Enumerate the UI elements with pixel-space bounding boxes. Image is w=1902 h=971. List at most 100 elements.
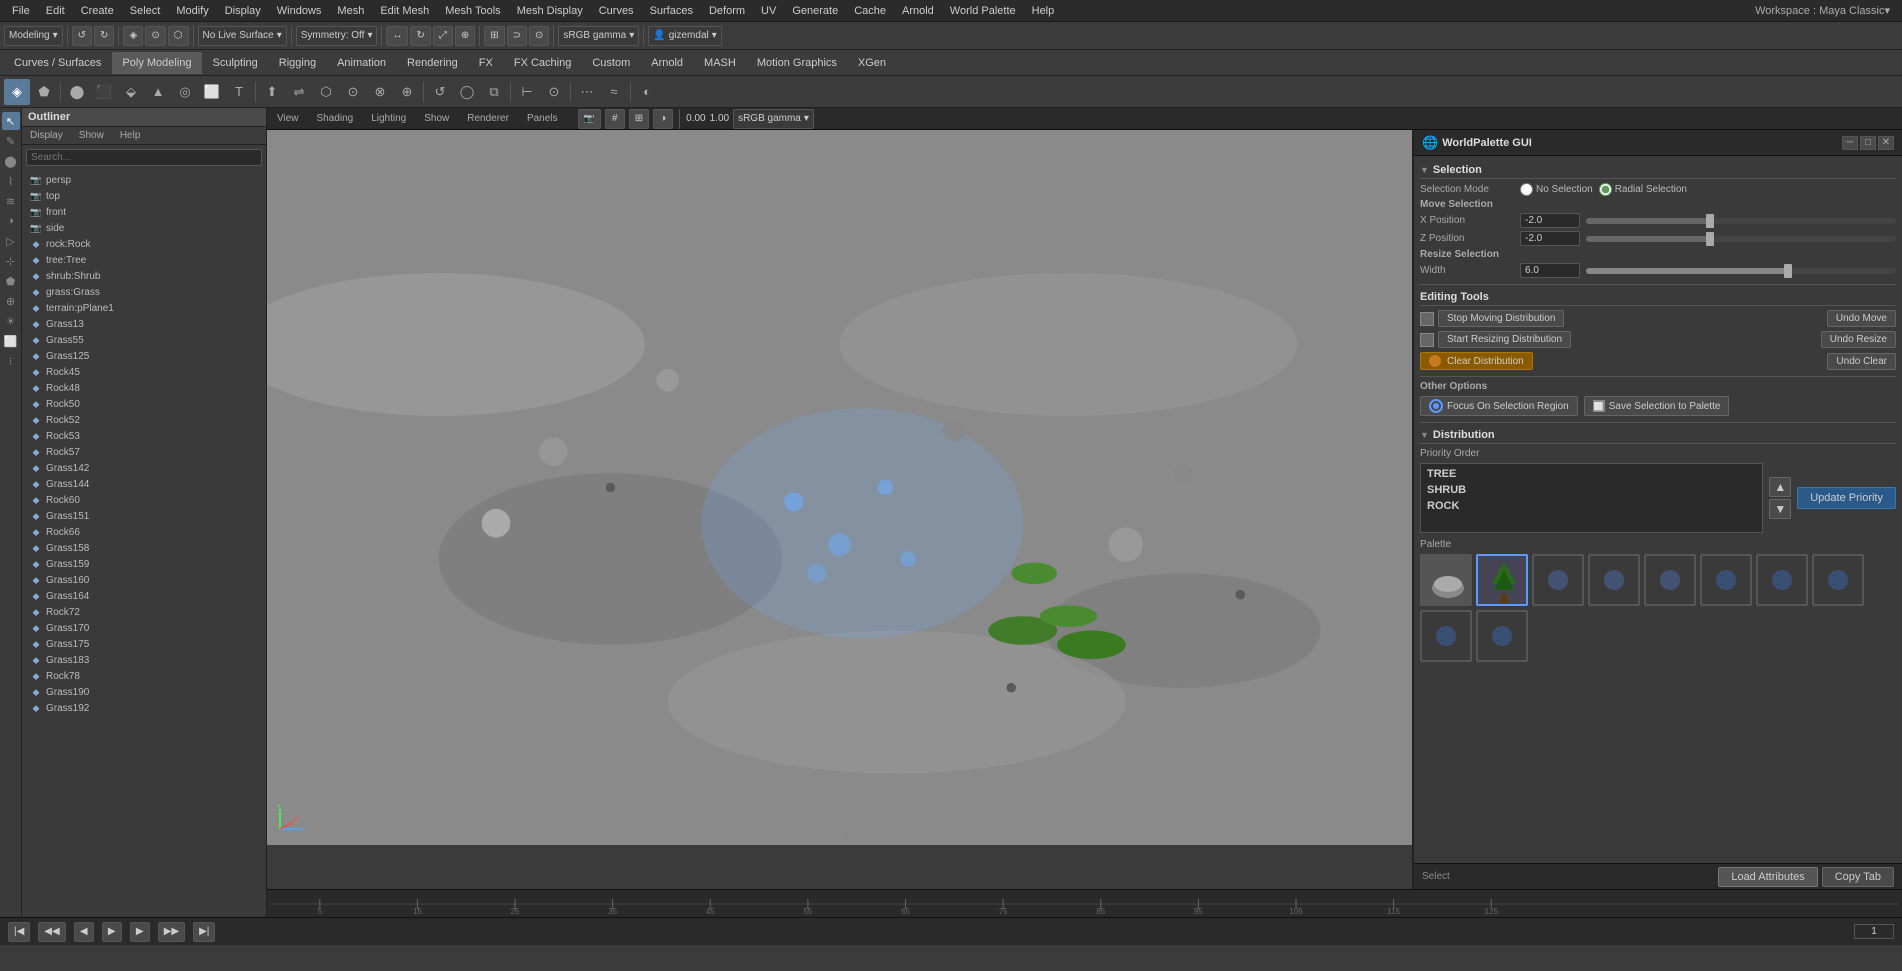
step-fwd-btn[interactable]: ▶▶	[158, 922, 185, 942]
outliner-item-tree[interactable]: ◆ tree:Tree	[22, 252, 266, 268]
start-resizing-btn[interactable]: Start Resizing Distribution	[1438, 331, 1571, 348]
vp-menu-show[interactable]: Show	[418, 113, 455, 124]
universal-btn[interactable]: ⊕	[455, 26, 475, 46]
soften-btn[interactable]: ≈	[601, 79, 627, 105]
prev-key-btn[interactable]: ◀	[74, 922, 94, 942]
priority-up-btn[interactable]: ▲	[1769, 477, 1791, 497]
multiloop-btn[interactable]: ⧉	[481, 79, 507, 105]
tab-xgen[interactable]: XGen	[848, 52, 896, 74]
vp-gamma-dropdown[interactable]: sRGB gamma ▾	[733, 109, 814, 129]
palette-item-empty-8[interactable]	[1476, 610, 1528, 662]
outliner-item-grass159[interactable]: ◆ Grass159	[22, 556, 266, 572]
extrude-btn[interactable]: ⬆	[259, 79, 285, 105]
menu-uv[interactable]: UV	[753, 0, 784, 21]
left-anim-icon[interactable]: ▷	[2, 232, 20, 250]
outliner-item-rock57[interactable]: ◆ Rock57	[22, 444, 266, 460]
vp-menu-panels[interactable]: Panels	[521, 113, 564, 124]
outliner-item-grass55[interactable]: ◆ Grass55	[22, 332, 266, 348]
vp-camera-btn[interactable]: 📷	[578, 109, 601, 129]
undo-clear-btn[interactable]: Undo Clear	[1827, 353, 1896, 370]
fill-hole-btn[interactable]: ⊗	[367, 79, 393, 105]
scale-btn[interactable]: ⤢	[433, 26, 453, 46]
left-camera-icon[interactable]: ⬜	[2, 332, 20, 350]
outliner-item-rock52[interactable]: ◆ Rock52	[22, 412, 266, 428]
x-position-input[interactable]	[1520, 213, 1580, 228]
menu-windows[interactable]: Windows	[269, 0, 330, 21]
left-paint-icon[interactable]: ✎	[2, 132, 20, 150]
save-palette-btn[interactable]: ⬜ Save Selection to Palette	[1584, 396, 1730, 416]
no-live-surface-dropdown[interactable]: No Live Surface ▾	[198, 26, 287, 46]
outliner-item-persp[interactable]: 📷 persp	[22, 172, 266, 188]
priority-list[interactable]: TREE SHRUB ROCK	[1420, 463, 1763, 533]
outliner-item-grass192[interactable]: ◆ Grass192	[22, 700, 266, 716]
palette-item-empty-1[interactable]	[1532, 554, 1584, 606]
outliner-item-grass158[interactable]: ◆ Grass158	[22, 540, 266, 556]
menu-deform[interactable]: Deform	[701, 0, 753, 21]
radial-selection-radio[interactable]: Radial Selection	[1599, 183, 1687, 196]
palette-item-empty-4[interactable]	[1700, 554, 1752, 606]
menu-modify[interactable]: Modify	[168, 0, 216, 21]
frame-input[interactable]	[1854, 924, 1894, 939]
width-input[interactable]	[1520, 263, 1580, 278]
palette-item-empty-6[interactable]	[1812, 554, 1864, 606]
outliner-item-terrain[interactable]: ◆ terrain:pPlane1	[22, 300, 266, 316]
paint-btn[interactable]: ⬡	[168, 26, 189, 46]
left-sculpt-icon[interactable]: ⬤	[2, 152, 20, 170]
play-btn[interactable]: ▶	[102, 922, 122, 942]
snap-curve-btn[interactable]: ⊃	[507, 26, 527, 46]
left-particle-icon[interactable]: ⁝	[2, 352, 20, 370]
outliner-item-top[interactable]: 📷 top	[22, 188, 266, 204]
copy-tab-btn[interactable]: Copy Tab	[1822, 867, 1894, 887]
outliner-item-rock66[interactable]: ◆ Rock66	[22, 524, 266, 540]
menu-curves[interactable]: Curves	[591, 0, 642, 21]
outliner-item-grass144[interactable]: ◆ Grass144	[22, 476, 266, 492]
vp-menu-view[interactable]: View	[271, 113, 305, 124]
srgb-dropdown[interactable]: sRGB gamma ▾	[558, 26, 639, 46]
menu-arnold[interactable]: Arnold	[894, 0, 942, 21]
mode-dropdown[interactable]: Modeling ▾	[4, 26, 63, 46]
snap-point-btn[interactable]: ⊙	[529, 26, 549, 46]
wp-minimize-btn[interactable]: ─	[1842, 136, 1858, 150]
tab-motion-graphics[interactable]: Motion Graphics	[747, 52, 847, 74]
palette-item-empty-7[interactable]	[1420, 610, 1472, 662]
x-position-slider[interactable]	[1586, 218, 1896, 224]
tab-mash[interactable]: MASH	[694, 52, 746, 74]
plane-btn[interactable]: ⬜	[199, 79, 225, 105]
outliner-item-rock50[interactable]: ◆ Rock50	[22, 396, 266, 412]
palette-item-empty-2[interactable]	[1588, 554, 1640, 606]
step-back-btn[interactable]: ◀◀	[38, 922, 65, 942]
outliner-item-rock78[interactable]: ◆ Rock78	[22, 668, 266, 684]
left-fluid-icon[interactable]: ≋	[2, 192, 20, 210]
outliner-item-grass190[interactable]: ◆ Grass190	[22, 684, 266, 700]
tab-poly-modeling[interactable]: Poly Modeling	[112, 52, 201, 74]
menu-edit-mesh[interactable]: Edit Mesh	[372, 0, 437, 21]
menu-world-palette[interactable]: World Palette	[942, 0, 1024, 21]
load-attributes-btn[interactable]: Load Attributes	[1718, 867, 1817, 887]
tab-custom[interactable]: Custom	[582, 52, 640, 74]
menu-help[interactable]: Help	[1024, 0, 1063, 21]
left-constraint-icon[interactable]: ⊹	[2, 252, 20, 270]
no-selection-radio[interactable]: No Selection	[1520, 183, 1593, 196]
tab-rendering[interactable]: Rendering	[397, 52, 468, 74]
cylinder-btn[interactable]: ⬙	[118, 79, 144, 105]
outliner-item-shrub[interactable]: ◆ shrub:Shrub	[22, 268, 266, 284]
outliner-item-grass183[interactable]: ◆ Grass183	[22, 652, 266, 668]
outliner-item-rock48[interactable]: ◆ Rock48	[22, 380, 266, 396]
outliner-item-front[interactable]: 📷 front	[22, 204, 266, 220]
menu-create[interactable]: Create	[73, 0, 122, 21]
outliner-tab-display[interactable]: Display	[22, 127, 71, 144]
viewport-canvas[interactable]: persp X Y Z	[267, 130, 1412, 845]
symmetry-dropdown[interactable]: Symmetry: Off ▾	[296, 26, 378, 46]
merge-btn[interactable]: ⊙	[340, 79, 366, 105]
ring-btn[interactable]: ◯	[454, 79, 480, 105]
rotate-btn[interactable]: ↻	[410, 26, 430, 46]
vp-shade-btn[interactable]: ◑	[653, 109, 673, 129]
outliner-item-grass125[interactable]: ◆ Grass125	[22, 348, 266, 364]
outliner-item-grass[interactable]: ◆ grass:Grass	[22, 284, 266, 300]
cone-btn[interactable]: ▲	[145, 79, 171, 105]
menu-file[interactable]: File	[4, 0, 38, 21]
next-key-btn[interactable]: ▶	[130, 922, 150, 942]
left-light-icon[interactable]: ☀	[2, 312, 20, 330]
bevel-btn[interactable]: ⬡	[313, 79, 339, 105]
z-position-input[interactable]	[1520, 231, 1580, 246]
